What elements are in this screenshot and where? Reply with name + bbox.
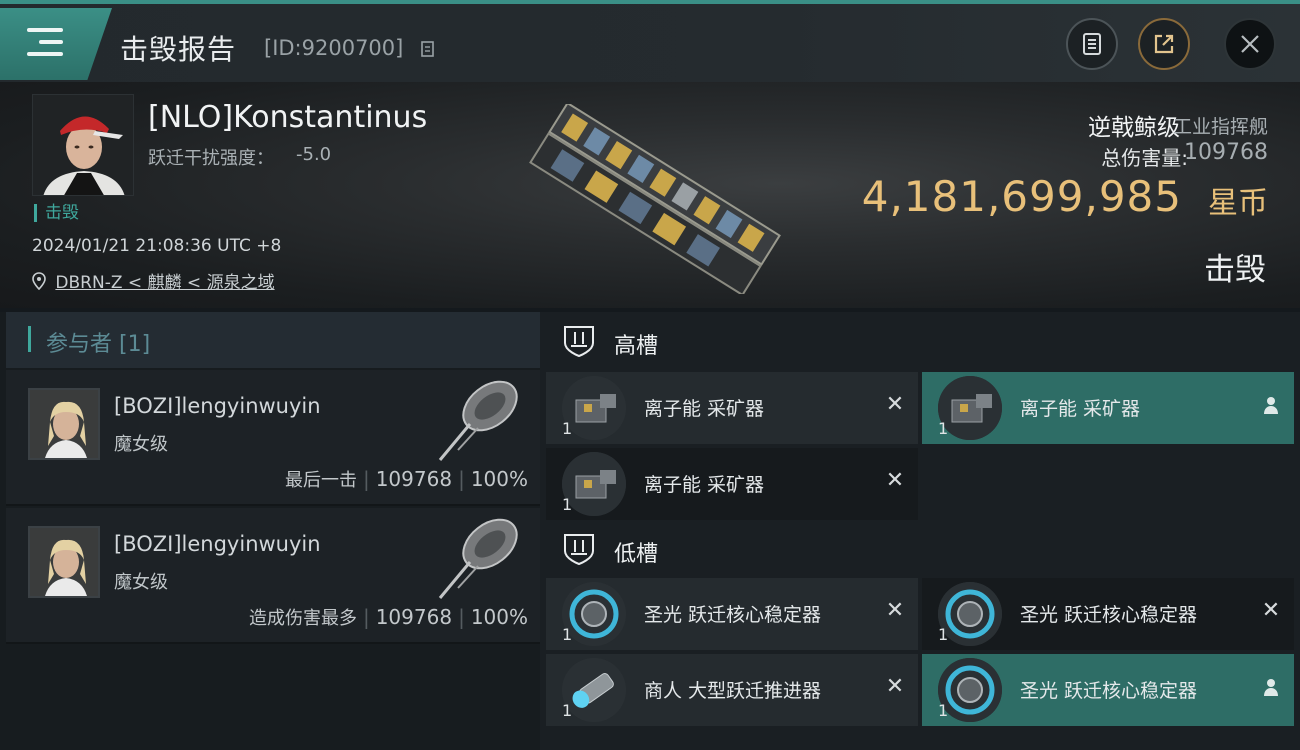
module-item[interactable]: 1 离子能 采矿器 ✕ bbox=[546, 372, 918, 444]
menu-button[interactable] bbox=[0, 8, 112, 80]
participant-ship-icon[interactable] bbox=[434, 510, 528, 604]
kill-timestamp: 2024/01/21 21:08:36 UTC +8 bbox=[32, 236, 282, 256]
menu-icon bbox=[27, 28, 63, 58]
destroyed-x-icon: ✕ bbox=[1261, 598, 1281, 623]
module-name: 圣光 跃迁核心稳定器 bbox=[1020, 604, 1198, 626]
ship-class: 逆戟鲸级 bbox=[1088, 115, 1180, 141]
high-slot-header: 高槽 bbox=[540, 312, 1300, 372]
low-slot-header: 低槽 bbox=[540, 520, 1300, 580]
module-item[interactable]: 1 圣光 跃迁核心稳定器 ✕ bbox=[546, 578, 918, 650]
participant-percent: 100% bbox=[470, 605, 528, 629]
victim-portrait[interactable] bbox=[32, 94, 134, 196]
close-button[interactable] bbox=[1224, 18, 1276, 70]
module-name: 圣光 跃迁核心稳定器 bbox=[644, 604, 822, 626]
low-slot-icon bbox=[564, 534, 594, 566]
module-item[interactable]: 1 离子能 采矿器 ✕ bbox=[546, 448, 918, 520]
module-name: 商人 大型跃迁推进器 bbox=[644, 680, 822, 702]
module-quantity: 1 bbox=[562, 419, 573, 438]
header-bar: 击毁报告 [ID:9200700] bbox=[0, 4, 1300, 82]
participant-ship: 魔女级 bbox=[114, 434, 168, 455]
participant-role-label: 最后一击 bbox=[284, 470, 357, 491]
participants-title: 参与者 [1] bbox=[46, 332, 151, 357]
victim-ship-image[interactable] bbox=[510, 104, 800, 294]
participant-avatar[interactable] bbox=[28, 526, 100, 598]
participant-row[interactable]: [BOZI]lengyinwuyin 魔女级 最后一击 | 109768 | 100% bbox=[6, 370, 540, 506]
module-quantity: 1 bbox=[938, 625, 949, 644]
module-quantity: 1 bbox=[562, 625, 573, 644]
participant-name[interactable]: [BOZI]lengyinwuyin bbox=[114, 394, 321, 418]
clipboard-button[interactable] bbox=[1066, 18, 1118, 70]
participants-header-accent bbox=[28, 326, 31, 352]
participant-ship: 魔女级 bbox=[114, 572, 168, 593]
kill-location[interactable]: DBRN-Z < 麒麟 < 源泉之域 bbox=[32, 268, 275, 293]
module-quantity: 1 bbox=[562, 701, 573, 720]
participant-stats: 造成伤害最多 | 109768 | 100% bbox=[248, 605, 528, 629]
module-item[interactable]: 1 离子能 采矿器 bbox=[922, 372, 1294, 444]
destroyed-x-icon: ✕ bbox=[885, 392, 905, 417]
isk-value: 4,181,699,985 bbox=[861, 172, 1182, 221]
module-name: 圣光 跃迁核心稳定器 bbox=[1020, 680, 1198, 702]
destroyed-x-icon: ✕ bbox=[885, 468, 905, 493]
module-name: 离子能 采矿器 bbox=[1020, 398, 1141, 420]
fitting-panel: 高槽 1 离子能 采矿器 ✕ 1 离子能 采矿器 1 离子能 采矿器 ✕ 低槽 … bbox=[540, 312, 1300, 750]
participant-stats: 最后一击 | 109768 | 100% bbox=[284, 467, 528, 491]
participants-panel: 参与者 [1] [BOZI]lengyinwuyin 魔女级 最后一击 | 1097… bbox=[0, 312, 540, 750]
dropped-person-icon bbox=[1264, 679, 1278, 696]
module-quantity: 1 bbox=[938, 701, 949, 720]
warp-scramble-value: -5.0 bbox=[296, 144, 332, 165]
page-title: 击毁报告 bbox=[120, 33, 237, 66]
clipboard-icon bbox=[1083, 33, 1101, 55]
warp-scramble-label: 跃迁干扰强度： bbox=[148, 148, 274, 169]
victim-name[interactable]: [NLO]Konstantinus bbox=[148, 100, 427, 135]
low-slot-title: 低槽 bbox=[614, 542, 659, 567]
isk-unit: 星币 bbox=[1208, 186, 1268, 221]
close-icon bbox=[1241, 35, 1259, 53]
ship-type: 工业指挥舰 bbox=[1172, 116, 1268, 138]
location-link[interactable]: DBRN-Z < 麒麟 < 源泉之域 bbox=[55, 273, 274, 293]
module-quantity: 1 bbox=[562, 495, 573, 514]
module-name: 离子能 采矿器 bbox=[644, 398, 765, 420]
total-damage-label: 总伤害量: bbox=[1101, 146, 1188, 170]
dropped-person-icon bbox=[1264, 397, 1278, 414]
victim-summary: [NLO]Konstantinus 跃迁干扰强度： -5.0 击毁 2024/0… bbox=[0, 82, 1300, 308]
high-slot-title: 高槽 bbox=[614, 334, 659, 359]
module-quantity: 1 bbox=[938, 419, 949, 438]
result-text: 击毁 bbox=[1204, 252, 1266, 288]
module-item[interactable]: 1 圣光 跃迁核心稳定器 ✕ bbox=[922, 578, 1294, 650]
total-damage-value: 109768 bbox=[1184, 140, 1268, 165]
share-icon bbox=[1154, 34, 1174, 54]
destroyed-x-icon: ✕ bbox=[885, 674, 905, 699]
participant-avatar[interactable] bbox=[28, 388, 100, 460]
participant-damage: 109768 bbox=[375, 467, 453, 491]
participants-header: 参与者 [1] bbox=[6, 312, 540, 368]
module-item[interactable]: 1 商人 大型跃迁推进器 ✕ bbox=[546, 654, 918, 726]
status-tag: 击毁 bbox=[34, 204, 79, 222]
participant-ship-icon[interactable] bbox=[434, 372, 528, 466]
location-pin-icon bbox=[32, 272, 46, 291]
report-id: [ID:9200700] bbox=[264, 36, 404, 60]
module-item[interactable]: 1 圣光 跃迁核心稳定器 bbox=[922, 654, 1294, 726]
participant-row[interactable]: [BOZI]lengyinwuyin 魔女级 造成伤害最多 | 109768 | 100… bbox=[6, 508, 540, 644]
participant-name[interactable]: [BOZI]lengyinwuyin bbox=[114, 532, 321, 556]
participant-role-label: 造成伤害最多 bbox=[248, 608, 357, 629]
copy-icon[interactable] bbox=[420, 38, 436, 58]
share-button[interactable] bbox=[1138, 18, 1190, 70]
high-slot-icon bbox=[564, 326, 594, 358]
module-name: 离子能 采矿器 bbox=[644, 474, 765, 496]
participant-percent: 100% bbox=[470, 467, 528, 491]
participant-damage: 109768 bbox=[375, 605, 453, 629]
destroyed-x-icon: ✕ bbox=[885, 598, 905, 623]
